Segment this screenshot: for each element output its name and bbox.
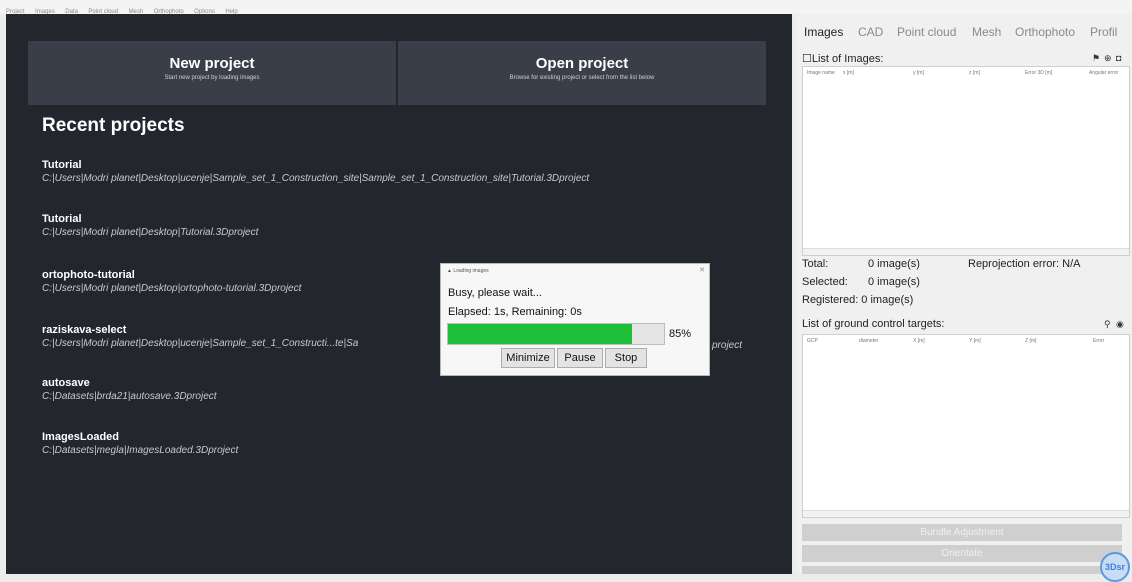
tab-bar: Images CAD Point cloud Mesh Orthophoto P…	[796, 20, 1132, 42]
project-path: C:|Users|Modri planet|Desktop|ucenje|Sam…	[42, 338, 359, 349]
close-icon[interactable]: ✕	[699, 264, 705, 278]
col-error-3d[interactable]: Error 3D [m]	[1025, 70, 1052, 76]
gcp-list-label: List of ground control targets:	[802, 318, 945, 330]
col-x[interactable]: x [m]	[843, 70, 854, 76]
selected-label: Selected:	[802, 276, 848, 288]
project-path-tail-text: project	[712, 340, 743, 351]
pause-button[interactable]: Pause	[557, 348, 603, 368]
project-name: autosave	[42, 377, 90, 389]
camera-icon[interactable]: ◘	[1116, 53, 1121, 63]
dialog-title: Loading images	[453, 268, 489, 274]
right-panel: Images CAD Point cloud Mesh Orthophoto P…	[796, 14, 1132, 582]
selected-value: 0 image(s)	[868, 276, 920, 288]
open-project-subtitle: Browse for existing project or select fr…	[509, 75, 655, 81]
open-project-title: Open project	[535, 55, 629, 72]
project-name: raziskava-select	[42, 324, 127, 336]
target-icon[interactable]: ⊕	[1104, 53, 1112, 64]
dialog-titlebar: ▲ Loading images ✕	[441, 264, 709, 278]
tab-mesh[interactable]: Mesh	[972, 20, 1001, 42]
project-name: Tutorial	[42, 159, 82, 171]
project-path: C:|Users|Modri planet|Desktop|ucenje|Sam…	[42, 173, 590, 184]
project-name: ImagesLoaded	[42, 431, 120, 443]
recent-project-item[interactable]: ortophoto-tutorial C:|Users|Modri planet…	[42, 269, 301, 294]
eye-icon[interactable]: ◉	[1116, 319, 1124, 330]
loading-dialog: ▲ Loading images ✕ Busy, please wait... …	[440, 263, 710, 376]
col-x[interactable]: X [m]	[913, 338, 925, 344]
progress-percent: 85%	[669, 328, 692, 340]
reprojection-error: Reprojection error: N/A	[968, 258, 1081, 270]
pin-icon[interactable]: ⚲	[1104, 319, 1111, 330]
list-of-images-label: List of Images:	[811, 53, 884, 65]
tab-cad[interactable]: CAD	[858, 20, 883, 42]
recent-project-item[interactable]: autosave C:|Datasets|brda21|autosave.3Dp…	[42, 377, 217, 402]
registered-count: Registered: 0 image(s)	[802, 294, 914, 306]
col-z[interactable]: z [m]	[969, 70, 980, 76]
busy-message: Busy, please wait...	[448, 287, 542, 299]
project-path: C:|Users|Modri planet|Desktop|Tutorial.3…	[42, 227, 259, 238]
total-label: Total:	[802, 258, 829, 270]
tab-point-cloud[interactable]: Point cloud	[897, 20, 956, 42]
bundle-adjustment-button[interactable]: Bundle Adjustment	[802, 524, 1122, 541]
project-path: C:|Users|Modri planet|Desktop|ortophoto-…	[42, 283, 302, 294]
progress-bar	[447, 323, 665, 345]
tab-orthophoto[interactable]: Orthophoto	[1015, 20, 1075, 42]
images-hscrollbar[interactable]	[803, 248, 1129, 255]
images-table[interactable]: Image name x [m] y [m] z [m] Error 3D [m…	[802, 66, 1130, 256]
recent-project-item[interactable]: ImagesLoaded C:|Datasets|megla|ImagesLoa…	[42, 431, 238, 456]
col-y[interactable]: y [m]	[913, 70, 924, 76]
new-project-button[interactable]: New project Start new project by loading…	[28, 41, 396, 105]
tab-profile[interactable]: Profil	[1090, 20, 1117, 42]
project-path: C:|Datasets|brda21|autosave.3Dproject	[42, 391, 217, 402]
col-image-name[interactable]: Image name	[807, 70, 835, 76]
col-diameter[interactable]: diameter	[859, 338, 878, 344]
minimize-button[interactable]: Minimize	[501, 348, 555, 368]
tab-images[interactable]: Images	[804, 20, 843, 42]
col-angular-error[interactable]: Angular error	[1089, 70, 1118, 76]
total-value: 0 image(s)	[868, 258, 920, 270]
col-gcp[interactable]: GCP	[807, 338, 818, 344]
project-path: C:|Datasets|megla|ImagesLoaded.3Dproject	[42, 445, 239, 456]
col-error[interactable]: Error	[1093, 338, 1104, 344]
progress-fill	[448, 324, 632, 344]
menu-bar: Project Images Data Point cloud Mesh Ort…	[0, 0, 1132, 15]
project-path-tail: project	[712, 338, 742, 351]
recent-project-item[interactable]: raziskava-select C:|Users|Modri planet|D…	[42, 324, 358, 349]
col-z[interactable]: Z [m]	[1025, 338, 1036, 344]
next-action-button[interactable]	[802, 566, 1122, 574]
recent-project-item[interactable]: Tutorial C:|Users|Modri planet|Desktop|u…	[42, 159, 589, 184]
elapsed-text: Elapsed: 1s, Remaining: 0s	[448, 306, 582, 318]
filter-icon[interactable]: ⚑	[1092, 53, 1100, 64]
recent-projects-heading: Recent projects	[42, 115, 185, 136]
new-project-subtitle: Start new project by loading images	[164, 75, 260, 81]
project-name: ortophoto-tutorial	[42, 269, 135, 281]
col-y[interactable]: Y [m]	[969, 338, 981, 344]
open-project-button[interactable]: Open project Browse for existing project…	[398, 41, 766, 105]
list-of-images-checkbox[interactable]: ☐List of Images:	[802, 52, 883, 65]
stop-button[interactable]: Stop	[605, 348, 647, 368]
checkbox-icon[interactable]: ☐	[802, 53, 812, 65]
gcp-table[interactable]: GCP diameter X [m] Y [m] Z [m] Error	[802, 334, 1130, 518]
project-name: Tutorial	[42, 213, 82, 225]
gcp-hscrollbar[interactable]	[803, 510, 1129, 517]
app-logo-icon: 3Dsr	[1100, 552, 1130, 582]
orientate-button[interactable]: Orientate	[802, 545, 1122, 562]
new-project-title: New project	[169, 55, 255, 72]
recent-project-item[interactable]: Tutorial C:|Users|Modri planet|Desktop|T…	[42, 213, 258, 238]
